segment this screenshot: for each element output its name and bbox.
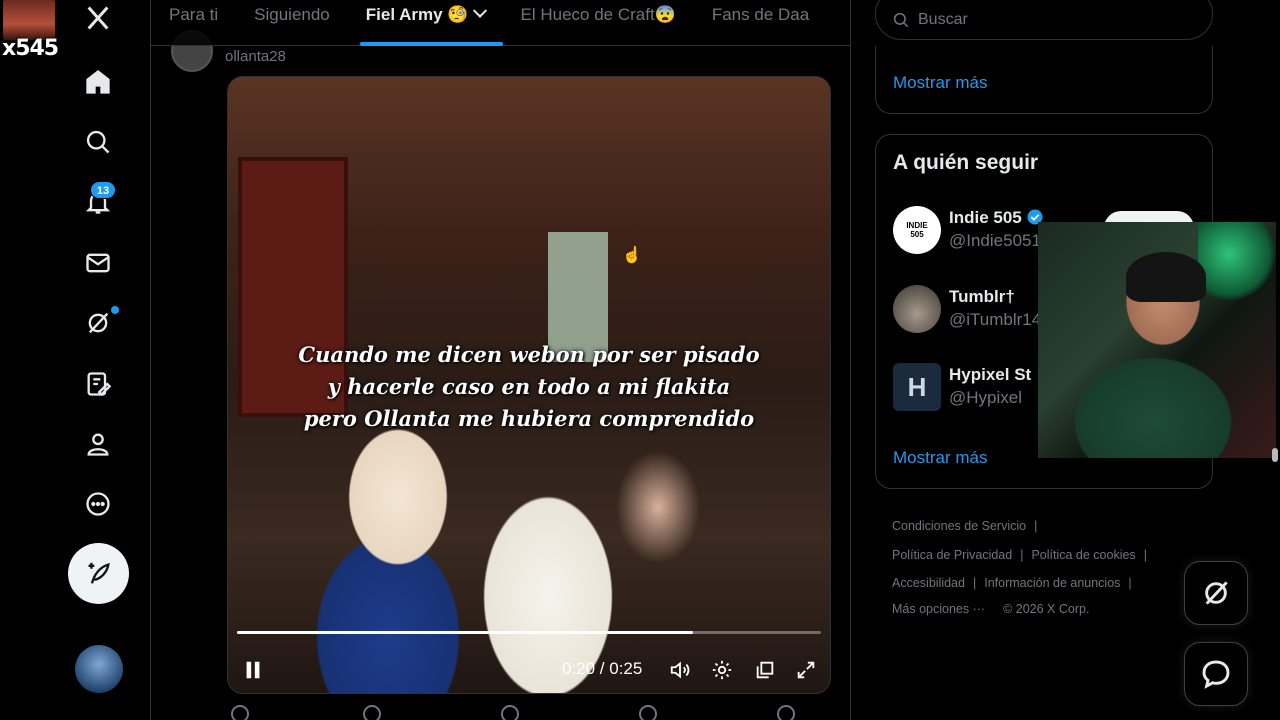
cookies-link[interactable]: Política de cookies [1031, 548, 1135, 562]
account-handle: @Indie5051 [949, 231, 1041, 250]
like-icon[interactable] [501, 705, 519, 720]
separator: | [1020, 547, 1024, 562]
compose-post-button[interactable] [68, 543, 129, 604]
volume-icon [670, 661, 690, 679]
caption-line: pero Ollanta me hubiera comprendido [303, 406, 755, 431]
footer-links: Condiciones de Servicio | Política de Pri… [892, 512, 1192, 620]
streamer-overlay-thumbnail [3, 0, 55, 40]
messages-envelope-icon[interactable] [80, 245, 116, 281]
overlay-counter: x545 [2, 36, 59, 61]
chat-bubble-icon [1202, 660, 1230, 689]
tab-para-ti[interactable]: Para ti [151, 0, 236, 46]
show-more-link[interactable]: Mostrar más [893, 73, 987, 93]
profile-icon[interactable] [80, 426, 116, 462]
notifications-badge: 13 [90, 181, 116, 199]
account-avatar[interactable] [75, 645, 123, 693]
caption-line: y hacerle caso en todo a mi flakita [327, 374, 731, 399]
video-player[interactable]: ☝ Cuando me dicen webon por ser pisado y… [227, 76, 831, 694]
grok-new-dot [111, 306, 119, 314]
gear-icon [712, 660, 732, 680]
tab-fiel-army[interactable]: Fiel Army 🧐 [348, 0, 503, 46]
streamer-webcam-overlay [1038, 222, 1276, 458]
account-name-text: Indie 505 [949, 208, 1022, 227]
tab-label: Fiel Army 🧐 [365, 5, 469, 24]
grok-icon [1205, 581, 1228, 605]
caption-line: Cuando me dicen webon por ser pisado [298, 342, 760, 367]
search-icon[interactable] [80, 124, 116, 160]
search-input[interactable] [918, 11, 1178, 29]
search-box[interactable] [875, 0, 1213, 40]
video-progress-fill [237, 631, 693, 634]
trends-card: Mostrar más [875, 46, 1213, 114]
repost-icon[interactable] [363, 705, 381, 720]
dock-icon [756, 661, 774, 679]
dock-video-button[interactable] [750, 652, 780, 688]
tab-label: Siguiendo [254, 5, 330, 24]
chevron-down-icon[interactable] [472, 3, 487, 18]
tab-label: Fans de Daa [711, 5, 810, 24]
expand-icon [797, 661, 815, 679]
x-logo-icon[interactable] [80, 0, 116, 36]
video-progress-bar[interactable] [237, 631, 821, 634]
fullscreen-button[interactable] [791, 652, 821, 688]
tab-fans-de-daa[interactable]: Fans de Daa [694, 0, 827, 46]
tumblr-avatar[interactable] [893, 285, 941, 333]
account-name[interactable]: Indie 505 [949, 208, 1044, 228]
author-handle[interactable]: ollanta28 [225, 48, 286, 65]
tab-el-hueco-de-craft[interactable]: El Hueco de Craft😨 [503, 0, 694, 46]
home-icon[interactable] [80, 64, 116, 100]
hypixel-avatar[interactable]: H [893, 363, 941, 411]
account-name[interactable]: Hypixel St [949, 365, 1031, 385]
reply-icon[interactable] [231, 705, 249, 720]
left-sidebar: x545 13 [0, 0, 150, 720]
tab-siguiendo[interactable]: Siguiendo [236, 0, 348, 46]
post-actions [227, 705, 831, 720]
video-caption: Cuando me dicen webon por ser pisado y h… [228, 339, 830, 435]
separator: | [1128, 576, 1132, 590]
pause-button[interactable] [238, 652, 268, 688]
show-more-link[interactable]: Mostrar más [893, 448, 987, 468]
separator: | [1143, 547, 1147, 562]
copyright: © 2026 X Corp. [1003, 601, 1090, 616]
account-name[interactable]: Tumblr† [949, 287, 1015, 307]
account-handle: @iTumblr14 [949, 310, 1042, 329]
indie505-avatar[interactable]: INDIE 505 [893, 206, 941, 254]
search-icon [893, 12, 909, 28]
pause-icon [246, 661, 260, 679]
feather-plus-icon [88, 562, 110, 584]
accessibility-link[interactable]: Accesibilidad [892, 576, 965, 590]
mouse-cursor-icon: ☝ [622, 247, 642, 264]
privacy-link[interactable]: Política de Privacidad [892, 548, 1012, 562]
messages-floating-button[interactable] [1184, 642, 1248, 706]
tab-label: Para ti [169, 5, 219, 24]
terms-link[interactable]: Condiciones de Servicio [892, 519, 1026, 533]
more-options-link[interactable]: Más opciones ··· [892, 602, 985, 616]
volume-button[interactable] [665, 652, 695, 688]
separator: | [1034, 519, 1038, 533]
bookmark-icon[interactable] [777, 705, 795, 720]
video-controls: 0:20 / 0:25 [228, 652, 830, 688]
lists-icon[interactable] [80, 366, 116, 402]
account-handle: @Hypixel [949, 388, 1022, 407]
who-to-follow-title: A quién seguir [893, 151, 1039, 174]
more-options-icon[interactable] [80, 486, 116, 522]
tab-label: El Hueco de Craft😨 [520, 5, 676, 24]
settings-button[interactable] [707, 652, 737, 688]
views-icon[interactable] [639, 705, 657, 720]
video-time: 0:20 / 0:25 [562, 659, 643, 678]
main-timeline: Para ti Siguiendo Fiel Army 🧐 El Hueco d… [150, 0, 851, 720]
separator: | [972, 576, 977, 590]
ads-info-link[interactable]: Información de anuncios [984, 576, 1120, 590]
page-scrollbar-thumb[interactable] [1272, 448, 1278, 462]
grok-floating-button[interactable] [1184, 561, 1248, 625]
timeline-tabs: Para ti Siguiendo Fiel Army 🧐 El Hueco d… [151, 0, 850, 46]
